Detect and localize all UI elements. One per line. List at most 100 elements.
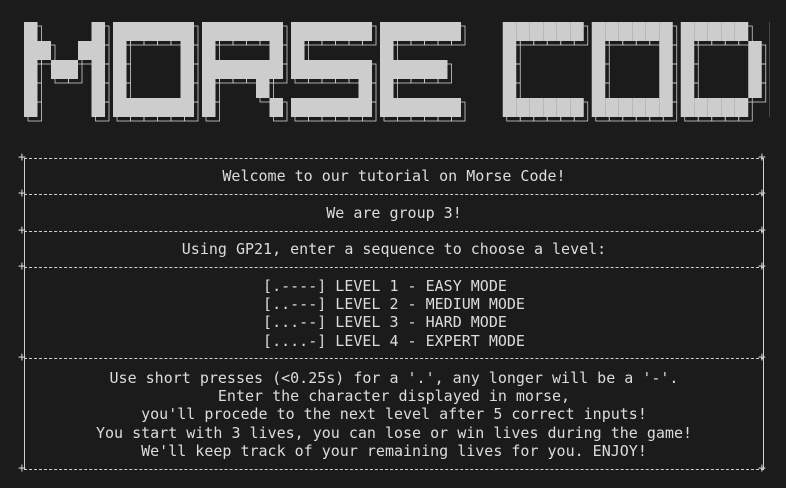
banner-pixel-block: [91, 60, 105, 79]
terminal-window: MORSE CODE Welcome to our tutorial on Mo…: [0, 0, 786, 488]
divider-1: [24, 194, 764, 195]
banner-pixel-block: [24, 41, 38, 60]
banner-pixel-block: [447, 98, 461, 117]
banner-pixel-block: [318, 98, 332, 117]
banner-pixel-block: [256, 22, 270, 41]
banner-pixel-block: [659, 22, 673, 41]
banner-pixel-block: [516, 22, 530, 41]
banner-pixel-block: [680, 79, 695, 98]
banner-pixel-block: [291, 22, 305, 41]
divider-2: [24, 231, 764, 232]
banner-pixel-block: [269, 41, 283, 60]
banner-pixel-block: [51, 60, 65, 79]
box-corner-plus: +: [758, 223, 766, 238]
banner-pixel-block: [358, 79, 372, 98]
banner-pixel-block: [659, 41, 673, 60]
banner-pixel-block: [91, 22, 105, 41]
banner-pixel-block: [113, 98, 127, 117]
banner-pixel-block: [420, 22, 434, 41]
divider-3: [24, 267, 764, 268]
banner-pixel-block: [202, 98, 216, 117]
banner-pixel-block: [331, 98, 345, 117]
banner-pixel-block: [707, 22, 722, 41]
banner-pixel-block: [748, 79, 762, 98]
banner-pixel-block: [591, 60, 606, 79]
banner-pixel-block: [113, 41, 127, 60]
banner-pixel-block: [24, 22, 38, 41]
banner-pixel-block: [202, 22, 216, 41]
banner-pixel-block: [659, 60, 673, 79]
banner-pixel-block: [126, 98, 140, 117]
banner-pixel-block: [91, 79, 105, 98]
banner-pixel-block: [24, 98, 38, 117]
box-corner-plus: +: [758, 150, 766, 165]
banner-pixel-block: [202, 60, 216, 79]
banner-pixel-block: [242, 60, 256, 79]
banner-pixel-block: [734, 98, 749, 117]
banner-pixel-block: [91, 98, 105, 117]
banner-pixel-block: [167, 98, 181, 117]
banner-pixel-block: [543, 22, 557, 41]
banner-pixel-block: [140, 98, 154, 117]
banner-pixel-block: [180, 98, 194, 117]
banner-pixel-block: [707, 98, 722, 117]
banner-pixel-block: [304, 22, 318, 41]
banner-pixel-block: [358, 22, 372, 41]
level-1-option: [.----] LEVEL 1 - EASY MODE: [263, 277, 525, 295]
banner-pixel-block: [180, 41, 194, 60]
banner-pixel-block: [380, 98, 394, 117]
banner-pixel-block: [269, 22, 283, 41]
banner-pixel-block: [556, 22, 571, 41]
banner-pixel-block: [618, 22, 633, 41]
banner-pixel-block: [78, 41, 92, 60]
banner-pixel-block: [434, 60, 448, 79]
divider-4: [24, 358, 764, 359]
banner-pixel-block: [407, 60, 421, 79]
banner-pixel-block: [605, 22, 619, 41]
banner-pixel-block: [502, 79, 517, 98]
banner-pixel-block: [140, 22, 154, 41]
banner-pixel-block: [680, 41, 695, 60]
banner-pixel-block: [502, 60, 517, 79]
banner-pixel-block: [358, 60, 372, 79]
banner-pixel-block: [605, 98, 619, 117]
rule-line-1: Use short presses (<0.25s) for a '.', an…: [109, 369, 679, 387]
banner-pixel-block: [680, 60, 695, 79]
banner-pixel-block: [331, 60, 345, 79]
banner-pixel-block: [570, 98, 584, 117]
banner-pixel-block: [420, 60, 434, 79]
banner-pixel-block: [215, 60, 229, 79]
banner-pixel-block: [393, 22, 407, 41]
box-corner-plus: +: [18, 461, 26, 476]
banner-pixel-block: [37, 41, 51, 60]
banner-pixel-block: [242, 22, 256, 41]
banner-pixel-block: [434, 98, 448, 117]
banner-pixel-block: [380, 60, 394, 79]
banner-pixel-block: [64, 60, 78, 79]
banner-pixel-block: [180, 79, 194, 98]
banner-pixel-block: [591, 41, 606, 60]
banner-pixel-block: [420, 98, 434, 117]
banner-pixel-block: [269, 60, 283, 79]
banner-pixel-block: [304, 60, 318, 79]
banner-pixel-block: [113, 60, 127, 79]
banner-pixel-block: [407, 98, 421, 117]
banner-pixel-block: [721, 22, 735, 41]
banner-pixel-block: [318, 60, 332, 79]
banner-pixel-block: [380, 79, 394, 98]
banner-pixel-block: [502, 41, 517, 60]
banner-pixel-block: [556, 98, 571, 117]
banner-pixel-block: [24, 79, 38, 98]
banner-pixel-block: [659, 79, 673, 98]
banner-pixel-block: [113, 79, 127, 98]
banner-pixel-block: [447, 22, 461, 41]
banner-pixel-block: [345, 98, 359, 117]
banner-pixel-block: [153, 98, 167, 117]
banner-pixel-block: [229, 60, 243, 79]
banner-pixel-block: [180, 22, 194, 41]
banner-pixel-block: [318, 22, 332, 41]
banner-pixel-block: [529, 98, 544, 117]
box-corner-plus: +: [758, 350, 766, 365]
welcome-text: Welcome to our tutorial on Morse Code!: [222, 167, 566, 185]
rule-line-3: you'll procede to the next level after 5…: [141, 405, 647, 423]
